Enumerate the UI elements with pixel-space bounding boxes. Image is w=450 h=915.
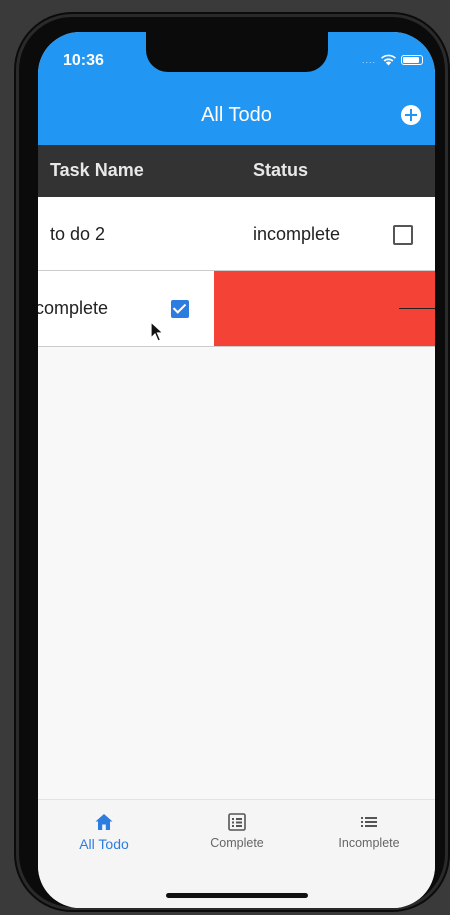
table-row[interactable]: to do 2 incomplete <box>38 197 435 271</box>
list-box-icon <box>228 813 246 831</box>
bottom-navigation: All Todo Complete Incomplete <box>38 799 435 908</box>
table-header: Task Name Status <box>38 145 435 197</box>
status-icons: .... <box>362 54 423 66</box>
check-icon <box>172 300 187 314</box>
table-row-swiping[interactable]: complete <box>38 271 435 347</box>
nav-all-todo[interactable]: All Todo <box>44 812 164 852</box>
nav-complete[interactable]: Complete <box>177 812 297 850</box>
delete-icon <box>399 308 435 309</box>
header-status: Status <box>253 160 309 180</box>
wifi-icon <box>381 54 396 66</box>
swipe-delete-background[interactable] <box>214 271 435 346</box>
app-screen: 10:36 .... All Todo Task Name Status to … <box>38 32 435 908</box>
list-icon <box>361 817 377 827</box>
nav-label: Complete <box>210 836 264 850</box>
task-name: complete <box>38 298 109 318</box>
status-checkbox-checked[interactable] <box>171 300 189 318</box>
nav-label: All Todo <box>79 836 129 852</box>
mouse-cursor-icon <box>150 321 165 342</box>
task-status: incomplete <box>253 224 341 244</box>
notch <box>146 32 328 72</box>
page-title: All Todo <box>201 104 272 126</box>
status-time: 10:36 <box>63 52 104 69</box>
nav-incomplete[interactable]: Incomplete <box>309 812 429 850</box>
battery-icon <box>401 55 423 65</box>
nav-label: Incomplete <box>338 836 400 850</box>
status-checkbox[interactable] <box>393 225 413 245</box>
header-task-name: Task Name <box>50 160 144 180</box>
home-icon <box>95 814 113 830</box>
home-indicator[interactable] <box>166 893 308 898</box>
signal-icon: .... <box>361 55 376 65</box>
task-name: to do 2 <box>50 224 106 244</box>
add-todo-button[interactable] <box>401 105 421 125</box>
phone-frame: 10:36 .... All Todo Task Name Status to … <box>14 12 450 912</box>
